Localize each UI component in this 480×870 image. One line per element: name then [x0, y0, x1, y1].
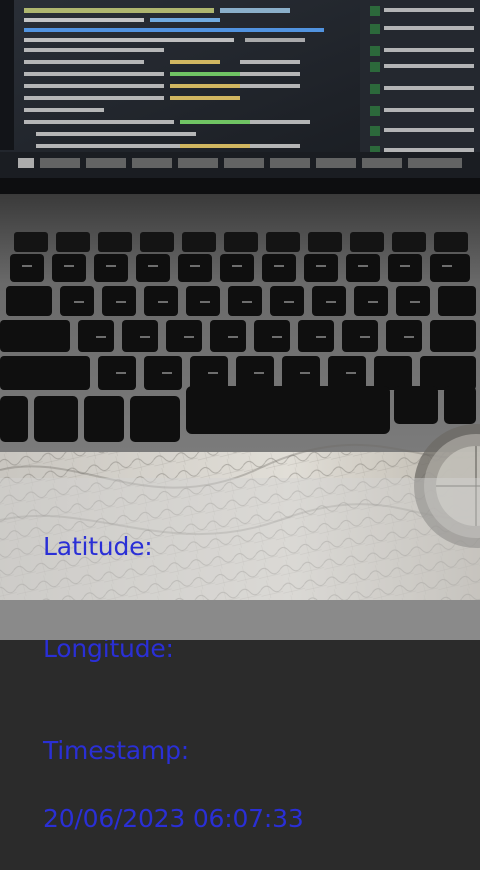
- timestamp-value: 20/06/2023 06:07:33: [43, 804, 304, 833]
- laptop-screen: [0, 0, 480, 194]
- laptop-keyboard: [0, 194, 480, 452]
- geo-overlay: Latitude: Longitude: Timestamp: 20/06/20…: [12, 496, 304, 870]
- timestamp-line: Timestamp: 20/06/2023 06:07:33: [12, 700, 304, 870]
- latitude-line: Latitude:: [12, 496, 304, 598]
- latitude-label: Latitude:: [43, 532, 153, 561]
- timestamp-label: Timestamp:: [43, 736, 189, 765]
- bottom-bar: [0, 600, 480, 640]
